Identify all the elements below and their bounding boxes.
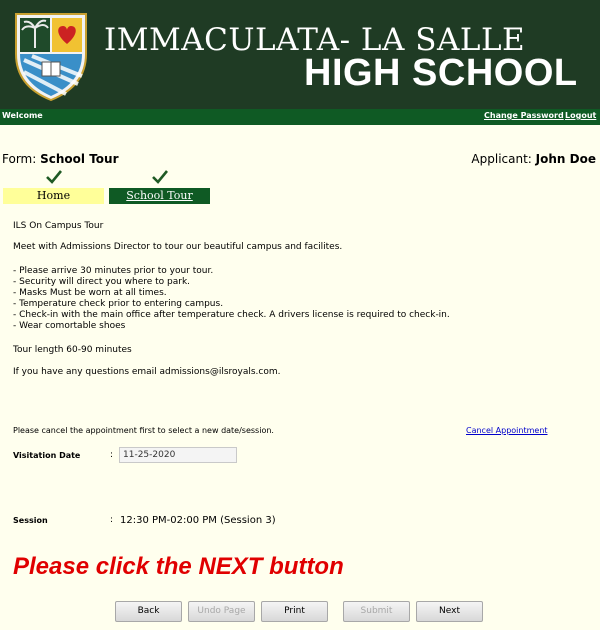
visitation-date-label: Visitation Date [13,451,81,460]
form-label: Form: [2,152,37,166]
tour-length: Tour length 60-90 minutes [13,345,132,355]
next-button[interactable]: Next [416,601,483,622]
welcome-text: Welcome [2,111,43,120]
site-header: IMMACULATA- LA SALLE HIGH SCHOOL [0,0,600,109]
top-nav-bar: Welcome Change Password Logout [0,109,600,125]
session-value: 12:30 PM-02:00 PM (Session 3) [120,515,276,526]
school-name-line2: HIGH SCHOOL [304,52,578,94]
bullet-5: - Check-in with the main office after te… [13,310,450,320]
school-tour-check-icon [152,170,168,184]
next-button-notice: Please click the NEXT button [13,553,344,580]
logout-link[interactable]: Logout [565,111,596,120]
visitation-colon: : [110,450,114,460]
change-password-link[interactable]: Change Password [484,111,564,120]
back-button[interactable]: Back [115,601,182,622]
form-title: Form: School Tour [2,152,118,166]
tab-home[interactable]: Home [3,188,104,204]
bullet-2: - Security will direct you where to park… [13,277,191,287]
submit-button[interactable]: Submit [343,601,410,622]
applicant-info: Applicant: John Doe [471,152,596,166]
bullet-4: - Temperature check prior to entering ca… [13,299,224,309]
cancel-note: Please cancel the appointment first to s… [13,426,274,435]
print-button[interactable]: Print [261,601,328,622]
applicant-label: Applicant: [471,152,532,166]
session-label: Session [13,516,48,525]
bullet-3: - Masks Must be worn at all times. [13,288,167,298]
tour-heading: ILS On Campus Tour [13,221,104,231]
undo-page-button[interactable]: Undo Page [188,601,255,622]
form-name: School Tour [40,152,119,166]
school-crest-logo [15,13,87,102]
bullet-1: - Please arrive 30 minutes prior to your… [13,266,214,276]
tab-school-tour[interactable]: School Tour [109,188,210,204]
cancel-appointment-link[interactable]: Cancel Appointment [466,426,548,435]
tour-intro: Meet with Admissions Director to tour ou… [13,242,343,252]
visitation-date-field[interactable] [119,447,237,463]
applicant-name: John Doe [535,152,596,166]
home-check-icon [46,170,62,184]
session-colon: : [110,515,114,525]
contact-info: If you have any questions email admissio… [13,367,281,377]
bullet-6: - Wear comortable shoes [13,321,126,331]
